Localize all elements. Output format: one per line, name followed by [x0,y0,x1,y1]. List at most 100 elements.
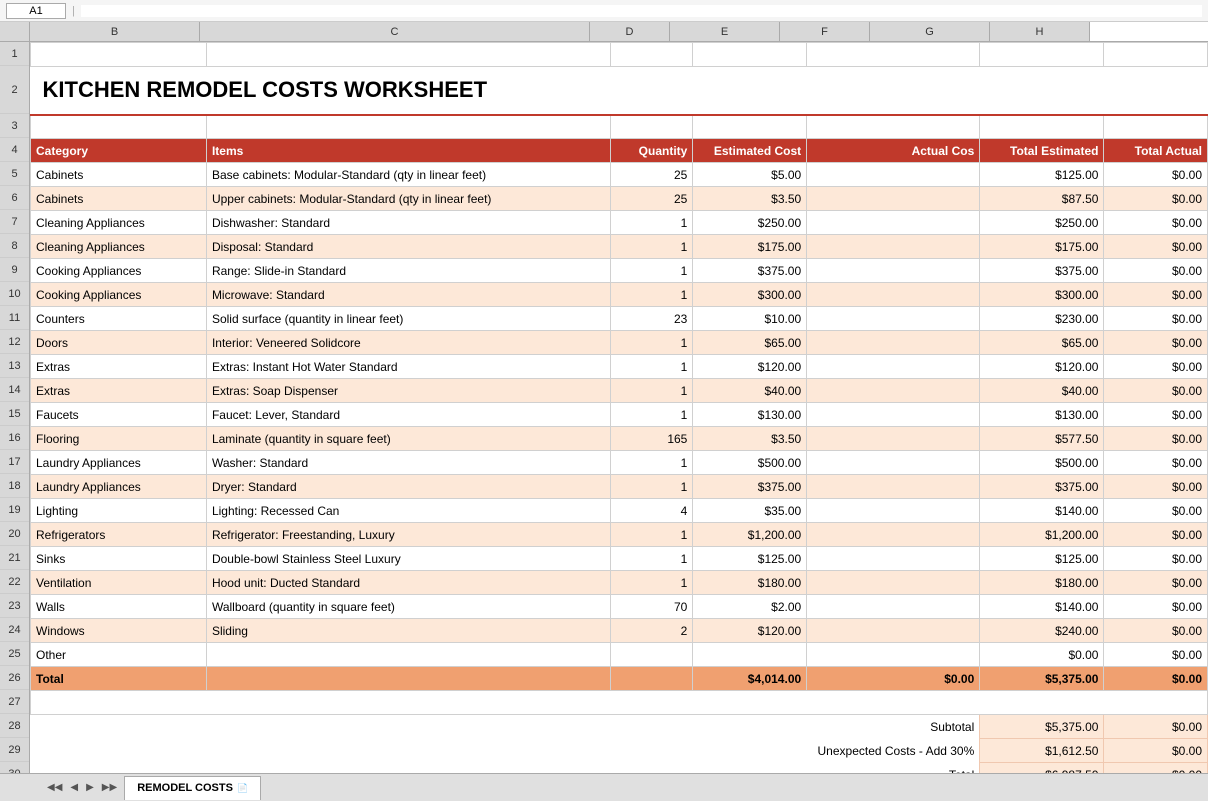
cell-act-12[interactable] [807,331,980,355]
cell-totEst-8[interactable]: $175.00 [980,235,1104,259]
cell-qty-15[interactable]: 1 [610,403,693,427]
cell-totEst-7[interactable]: $250.00 [980,211,1104,235]
cell-totEst-9[interactable]: $375.00 [980,259,1104,283]
cell-est-15[interactable]: $130.00 [693,403,807,427]
cell-totAct-22[interactable]: $0.00 [1104,571,1208,595]
cell-items-13[interactable]: Extras: Instant Hot Water Standard [206,355,610,379]
cell-est-19[interactable]: $35.00 [693,499,807,523]
cell-cat-21[interactable]: Sinks [31,547,207,571]
cell-cat-23[interactable]: Walls [31,595,207,619]
cell-totAct-9[interactable]: $0.00 [1104,259,1208,283]
cell-c1[interactable] [206,43,610,67]
cell-qty-24[interactable]: 2 [610,619,693,643]
cell-act-22[interactable] [807,571,980,595]
cell-items-6[interactable]: Upper cabinets: Modular-Standard (qty in… [206,187,610,211]
cell-items-18[interactable]: Dryer: Standard [206,475,610,499]
nav-first-arrow[interactable]: ◀◀ [44,781,65,794]
cell-act-7[interactable] [807,211,980,235]
cell-qty-5[interactable]: 25 [610,163,693,187]
cell-items-15[interactable]: Faucet: Lever, Standard [206,403,610,427]
cell-items-20[interactable]: Refrigerator: Freestanding, Luxury [206,523,610,547]
cell-totAct-23[interactable]: $0.00 [1104,595,1208,619]
cell-act-9[interactable] [807,259,980,283]
cell-est-6[interactable]: $3.50 [693,187,807,211]
cell-qty-6[interactable]: 25 [610,187,693,211]
cell-act-16[interactable] [807,427,980,451]
cell-qty-10[interactable]: 1 [610,283,693,307]
cell-est-20[interactable]: $1,200.00 [693,523,807,547]
cell-totEst-20[interactable]: $1,200.00 [980,523,1104,547]
cell-c3[interactable] [206,115,610,139]
cell-cat-9[interactable]: Cooking Appliances [31,259,207,283]
cell-act-10[interactable] [807,283,980,307]
cell-totEst-18[interactable]: $375.00 [980,475,1104,499]
cell-items-8[interactable]: Disposal: Standard [206,235,610,259]
cell-totEst-24[interactable]: $240.00 [980,619,1104,643]
cell-est-9[interactable]: $375.00 [693,259,807,283]
cell-totAct-13[interactable]: $0.00 [1104,355,1208,379]
cell-est-11[interactable]: $10.00 [693,307,807,331]
cell-act-5[interactable] [807,163,980,187]
cell-totEst-11[interactable]: $230.00 [980,307,1104,331]
cell-totEst-14[interactable]: $40.00 [980,379,1104,403]
cell-cat-14[interactable]: Extras [31,379,207,403]
cell-totAct-19[interactable]: $0.00 [1104,499,1208,523]
cell-est-14[interactable]: $40.00 [693,379,807,403]
cell-est-21[interactable]: $125.00 [693,547,807,571]
cell-f1[interactable] [807,43,980,67]
cell-cat-25[interactable]: Other [31,643,207,667]
cell-totAct-14[interactable]: $0.00 [1104,379,1208,403]
nav-next-arrow[interactable]: ▶ [83,781,97,794]
cell-totAct-25[interactable]: $0.00 [1104,643,1208,667]
cell-items-25[interactable] [206,643,610,667]
cell-totEst-6[interactable]: $87.50 [980,187,1104,211]
cell-items-10[interactable]: Microwave: Standard [206,283,610,307]
cell-act-8[interactable] [807,235,980,259]
cell-totAct-21[interactable]: $0.00 [1104,547,1208,571]
cell-totEst-22[interactable]: $180.00 [980,571,1104,595]
cell-items-19[interactable]: Lighting: Recessed Can [206,499,610,523]
cell-cat-17[interactable]: Laundry Appliances [31,451,207,475]
cell-items-21[interactable]: Double-bowl Stainless Steel Luxury [206,547,610,571]
cell-totAct-11[interactable]: $0.00 [1104,307,1208,331]
cell-cat-7[interactable]: Cleaning Appliances [31,211,207,235]
cell-items-17[interactable]: Washer: Standard [206,451,610,475]
cell-qty-22[interactable]: 1 [610,571,693,595]
cell-act-15[interactable] [807,403,980,427]
cell-totAct-8[interactable]: $0.00 [1104,235,1208,259]
cell-totAct-17[interactable]: $0.00 [1104,451,1208,475]
cell-qty-21[interactable]: 1 [610,547,693,571]
cell-est-5[interactable]: $5.00 [693,163,807,187]
cell-h1[interactable] [1104,43,1208,67]
cell-qty-12[interactable]: 1 [610,331,693,355]
col-header-c[interactable]: C [200,22,590,41]
cell-totEst-17[interactable]: $500.00 [980,451,1104,475]
cell-items-14[interactable]: Extras: Soap Dispenser [206,379,610,403]
cell-d1[interactable] [610,43,693,67]
cell-totEst-23[interactable]: $140.00 [980,595,1104,619]
cell-totAct-16[interactable]: $0.00 [1104,427,1208,451]
cell-totEst-21[interactable]: $125.00 [980,547,1104,571]
cell-totAct-6[interactable]: $0.00 [1104,187,1208,211]
cell-act-14[interactable] [807,379,980,403]
nav-last-arrow[interactable]: ▶▶ [99,781,120,794]
cell-b3[interactable] [31,115,207,139]
cell-qty-7[interactable]: 1 [610,211,693,235]
cell-totAct-10[interactable]: $0.00 [1104,283,1208,307]
col-header-e[interactable]: E [670,22,780,41]
cell-g1[interactable] [980,43,1104,67]
cell-totAct-24[interactable]: $0.00 [1104,619,1208,643]
cell-qty-20[interactable]: 1 [610,523,693,547]
cell-cat-13[interactable]: Extras [31,355,207,379]
nav-prev-arrow[interactable]: ◀ [67,781,81,794]
cell-e1[interactable] [693,43,807,67]
cell-act-17[interactable] [807,451,980,475]
cell-qty-11[interactable]: 23 [610,307,693,331]
cell-est-25[interactable] [693,643,807,667]
cell-cat-15[interactable]: Faucets [31,403,207,427]
cell-cat-5[interactable]: Cabinets [31,163,207,187]
cell-qty-8[interactable]: 1 [610,235,693,259]
cell-est-16[interactable]: $3.50 [693,427,807,451]
col-header-b[interactable]: B [30,22,200,41]
cell-qty-13[interactable]: 1 [610,355,693,379]
